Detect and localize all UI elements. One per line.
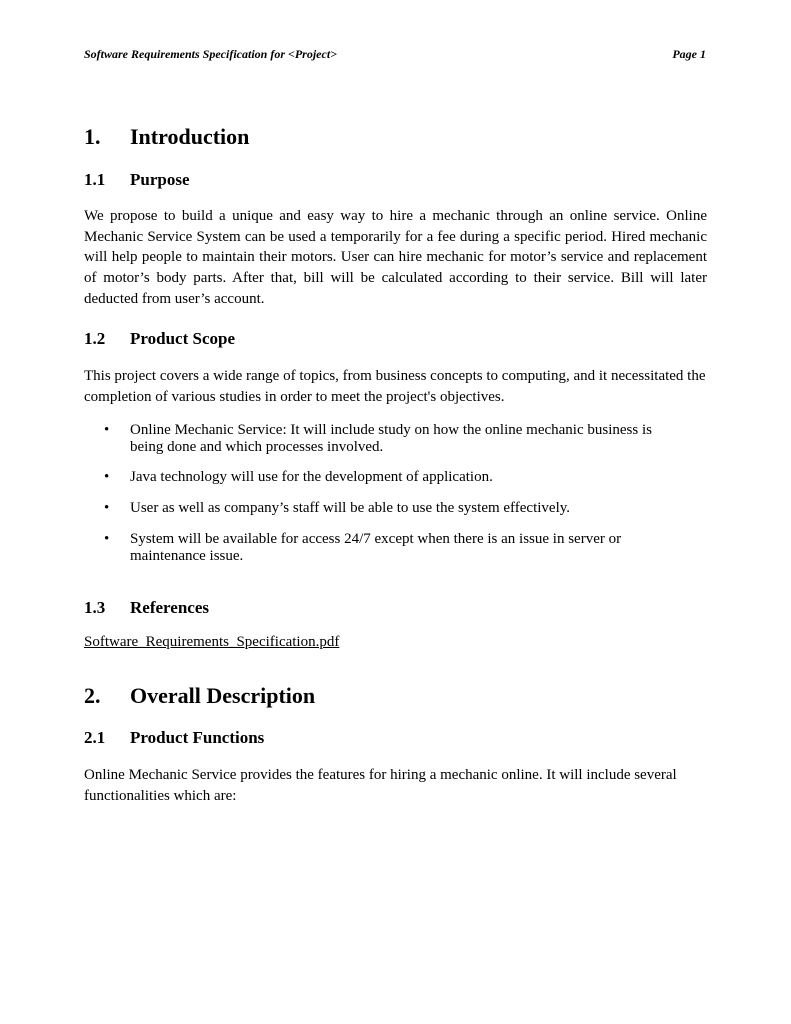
page-number: Page 1: [672, 47, 706, 61]
functions-paragraph: Online Mechanic Service provides the fea…: [84, 767, 677, 804]
heading-text: Overall Description: [130, 683, 316, 708]
heading-product-scope: 1.2 Product Scope: [84, 329, 235, 349]
scope-paragraph: This project covers a wide range of topi…: [84, 368, 706, 405]
list-item: • User as well as company’s staff will b…: [104, 500, 571, 516]
list-item: • Java technology will use for the devel…: [104, 469, 493, 485]
heading-text: Product Scope: [130, 329, 235, 348]
heading-number: 2.1: [84, 728, 106, 747]
bullet-icon: •: [104, 500, 110, 516]
list-item: • Online Mechanic Service: It will inclu…: [104, 422, 652, 455]
heading-number: 2.: [84, 683, 101, 708]
heading-introduction: 1. Introduction: [84, 124, 249, 150]
bullet-icon: •: [104, 469, 110, 485]
document-title: Software Requirements Specification for …: [84, 47, 337, 61]
heading-text: Introduction: [130, 124, 250, 149]
heading-number: 1.: [84, 124, 101, 149]
reference-link[interactable]: Software_Requirements_Specification.pdf: [84, 634, 339, 651]
heading-product-functions: 2.1 Product Functions: [84, 728, 264, 748]
heading-number: 1.3: [84, 598, 106, 617]
heading-number: 1.1: [84, 170, 106, 189]
heading-references: 1.3 References: [84, 598, 209, 618]
heading-purpose: 1.1 Purpose: [84, 170, 190, 190]
list-item: • System will be available for access 24…: [104, 531, 622, 564]
heading-number: 1.2: [84, 329, 106, 348]
heading-text: Purpose: [130, 170, 190, 189]
heading-text: References: [130, 598, 209, 617]
purpose-paragraph: We propose to build a unique and easy wa…: [84, 208, 707, 307]
bullet-icon: •: [104, 422, 110, 438]
bullet-icon: •: [104, 531, 110, 547]
heading-overall-description: 2. Overall Description: [84, 683, 315, 709]
heading-text: Product Functions: [130, 728, 265, 747]
page-header: Software Requirements Specification for …: [84, 47, 706, 62]
